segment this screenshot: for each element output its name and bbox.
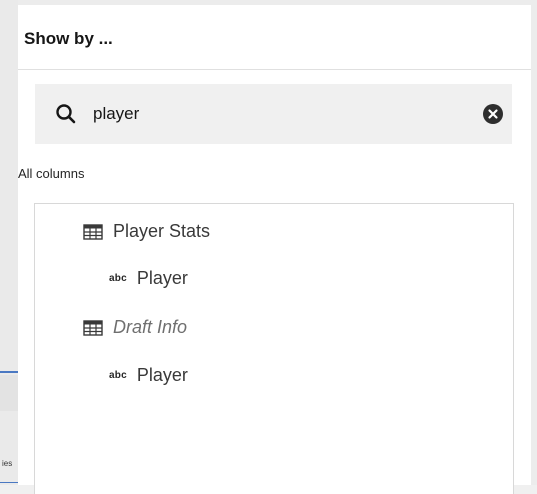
text-column-icon: abc (109, 370, 127, 381)
window-right-edge (531, 0, 537, 485)
tree-item-label: Player (136, 365, 188, 385)
text-column-icon: abc (109, 273, 127, 284)
panel-header: Show by ... (18, 5, 531, 70)
background-divider (0, 371, 18, 373)
section-label-all-columns: All columns (18, 166, 85, 181)
search-box[interactable] (35, 84, 512, 144)
background-app (0, 0, 18, 485)
search-icon (56, 104, 76, 124)
close-circle-icon (488, 109, 498, 119)
tree-item-label: Player (136, 268, 188, 288)
tree-item-player-stats[interactable]: Player Stats (83, 221, 210, 242)
show-by-panel: Show by ... All columns Player St (18, 5, 531, 494)
tree-item-player-column[interactable]: abc Player (109, 268, 188, 289)
tree-item-label: Player Stats (113, 221, 211, 241)
table-icon (83, 223, 103, 240)
clear-search-button[interactable] (483, 104, 503, 124)
panel-title: Show by ... (24, 29, 113, 48)
background-toolbar (0, 375, 18, 411)
tree-item-label: Draft Info (113, 317, 188, 337)
tree-item-draft-info[interactable]: Draft Info (83, 317, 187, 338)
background-tab-label[interactable]: ies (2, 459, 18, 468)
columns-tree: Player Stats abc Player Draft Info abc P… (34, 203, 514, 494)
table-icon (83, 319, 103, 336)
search-input[interactable] (93, 100, 453, 128)
tree-item-player-column[interactable]: abc Player (109, 365, 188, 386)
background-tab-underline (0, 482, 18, 483)
